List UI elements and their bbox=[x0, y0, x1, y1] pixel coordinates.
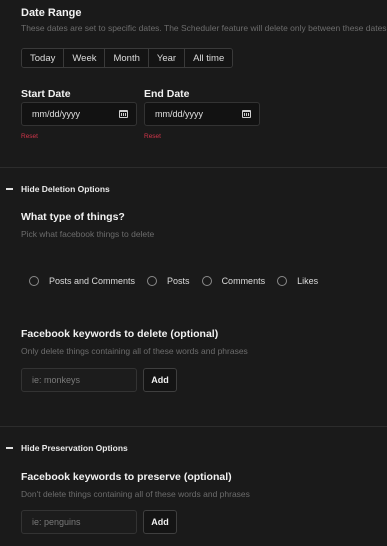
type-option-comments[interactable]: Comments bbox=[201, 276, 266, 286]
delete-keywords-input[interactable]: ie: monkeys bbox=[21, 368, 137, 392]
hide-preservation-options-label: Hide Preservation Options bbox=[21, 443, 128, 453]
date-range-description: These dates are set to specific dates. T… bbox=[21, 23, 387, 33]
section-divider bbox=[0, 426, 387, 427]
hide-deletion-options-label: Hide Deletion Options bbox=[21, 184, 110, 194]
hide-deletion-options-toggle[interactable]: Hide Deletion Options bbox=[6, 184, 110, 194]
hide-preservation-options-toggle[interactable]: Hide Preservation Options bbox=[6, 443, 128, 453]
radio-icon[interactable] bbox=[147, 276, 158, 286]
type-option-posts-and-comments[interactable]: Posts and Comments bbox=[29, 276, 135, 286]
date-preset-group: Today Week Month Year All time bbox=[21, 48, 234, 68]
type-radio-group: Posts and Comments Posts Comments Likes bbox=[29, 276, 330, 286]
preset-all-time-button[interactable]: All time bbox=[185, 49, 233, 67]
start-date-reset-link[interactable]: Reset bbox=[21, 133, 38, 140]
preset-week-button[interactable]: Week bbox=[64, 49, 106, 67]
end-date-placeholder: mm/dd/yyyy bbox=[155, 109, 204, 119]
start-date-placeholder: mm/dd/yyyy bbox=[32, 109, 81, 119]
type-option-label: Comments bbox=[221, 276, 266, 286]
preserve-keywords-subtitle: Don't delete things containing all of th… bbox=[21, 489, 250, 499]
date-range-title: Date Range bbox=[21, 7, 82, 19]
add-delete-keyword-button[interactable]: Add bbox=[143, 368, 177, 392]
end-date-reset-link[interactable]: Reset bbox=[144, 133, 161, 140]
type-option-posts[interactable]: Posts bbox=[147, 276, 190, 286]
delete-keywords-title: Facebook keywords to delete (optional) bbox=[21, 328, 219, 340]
end-date-input[interactable]: mm/dd/yyyy bbox=[144, 102, 260, 126]
preset-year-button[interactable]: Year bbox=[148, 49, 186, 67]
minus-icon bbox=[6, 188, 13, 190]
type-option-label: Posts and Comments bbox=[49, 276, 136, 286]
delete-keywords-subtitle: Only delete things containing all of the… bbox=[21, 346, 248, 356]
type-option-likes[interactable]: Likes bbox=[277, 276, 318, 286]
radio-icon[interactable] bbox=[201, 276, 212, 286]
start-date-label: Start Date bbox=[21, 88, 71, 100]
type-option-label: Posts bbox=[167, 276, 190, 286]
type-option-label: Likes bbox=[297, 276, 319, 286]
section-divider bbox=[0, 167, 387, 168]
start-date-input[interactable]: mm/dd/yyyy bbox=[21, 102, 137, 126]
radio-icon[interactable] bbox=[277, 276, 288, 286]
preset-month-button[interactable]: Month bbox=[105, 49, 149, 67]
calendar-icon[interactable] bbox=[242, 110, 251, 118]
type-subtitle: Pick what facebook things to delete bbox=[21, 229, 155, 239]
preset-today-button[interactable]: Today bbox=[22, 49, 65, 67]
type-title: What type of things? bbox=[21, 211, 125, 223]
preserve-keywords-input[interactable]: ie: penguins bbox=[21, 510, 137, 534]
end-date-label: End Date bbox=[144, 88, 190, 100]
preserve-keywords-title: Facebook keywords to preserve (optional) bbox=[21, 471, 232, 483]
radio-icon[interactable] bbox=[29, 276, 39, 286]
add-preserve-keyword-button[interactable]: Add bbox=[143, 510, 177, 534]
minus-icon bbox=[6, 447, 13, 449]
calendar-icon[interactable] bbox=[119, 110, 128, 118]
